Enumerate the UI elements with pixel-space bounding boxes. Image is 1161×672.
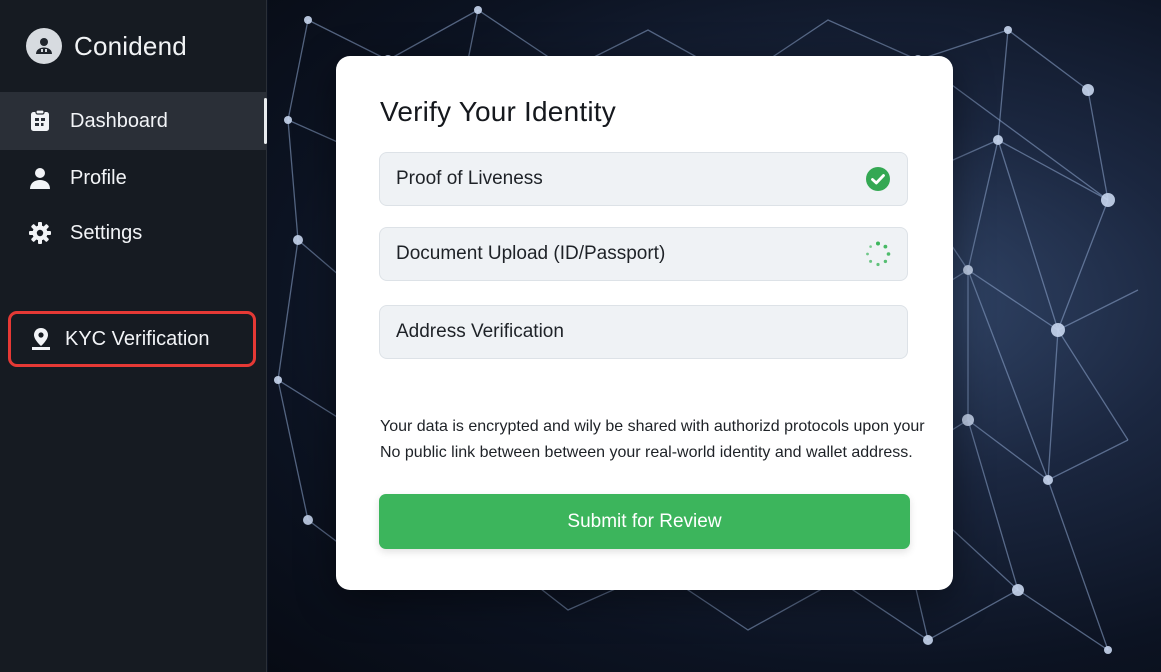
step-address-verification[interactable]: Address Verification [379, 305, 908, 359]
brand[interactable]: Conidend [26, 28, 187, 64]
sidebar-item-settings[interactable]: Settings [0, 204, 266, 262]
step-label: Proof of Liveness [396, 168, 543, 189]
sidebar-item-dashboard[interactable]: Dashboard [0, 92, 267, 150]
user-group-icon [26, 28, 62, 64]
gear-icon [28, 221, 52, 245]
privacy-notice: Your data is encrypted and wily be share… [380, 414, 925, 466]
step-document-upload[interactable]: Document Upload (ID/Passport) [379, 227, 908, 281]
card-title: Verify Your Identity [380, 96, 616, 127]
sidebar-item-label: Profile [70, 166, 127, 189]
step-proof-of-liveness[interactable]: Proof of Liveness [379, 152, 908, 206]
sidebar-item-label: Settings [70, 221, 143, 244]
sidebar-item-kyc-verification[interactable]: KYC Verification [8, 311, 256, 367]
spinner-icon [865, 241, 891, 267]
brand-name: Conidend [74, 30, 187, 61]
privacy-notice-line: No public link between between your real… [380, 444, 913, 461]
sidebar: Conidend Dashboard Profile Settings KYC … [0, 0, 267, 672]
step-label: Address Verification [396, 321, 564, 342]
verify-identity-card: Verify Your Identity Proof of Liveness D… [336, 56, 953, 590]
sidebar-item-label: KYC Verification [65, 327, 210, 350]
user-icon [28, 166, 52, 190]
sidebar-item-profile[interactable]: Profile [0, 149, 266, 207]
step-label: Document Upload (ID/Passport) [396, 243, 666, 264]
location-pin-icon [29, 327, 53, 351]
submit-for-review-button[interactable]: Submit for Review [379, 494, 910, 549]
check-circle-icon [865, 166, 891, 192]
privacy-notice-line: Your data is encrypted and wily be share… [380, 418, 925, 435]
dashboard-icon [28, 109, 52, 133]
sidebar-item-label: Dashboard [70, 109, 168, 132]
